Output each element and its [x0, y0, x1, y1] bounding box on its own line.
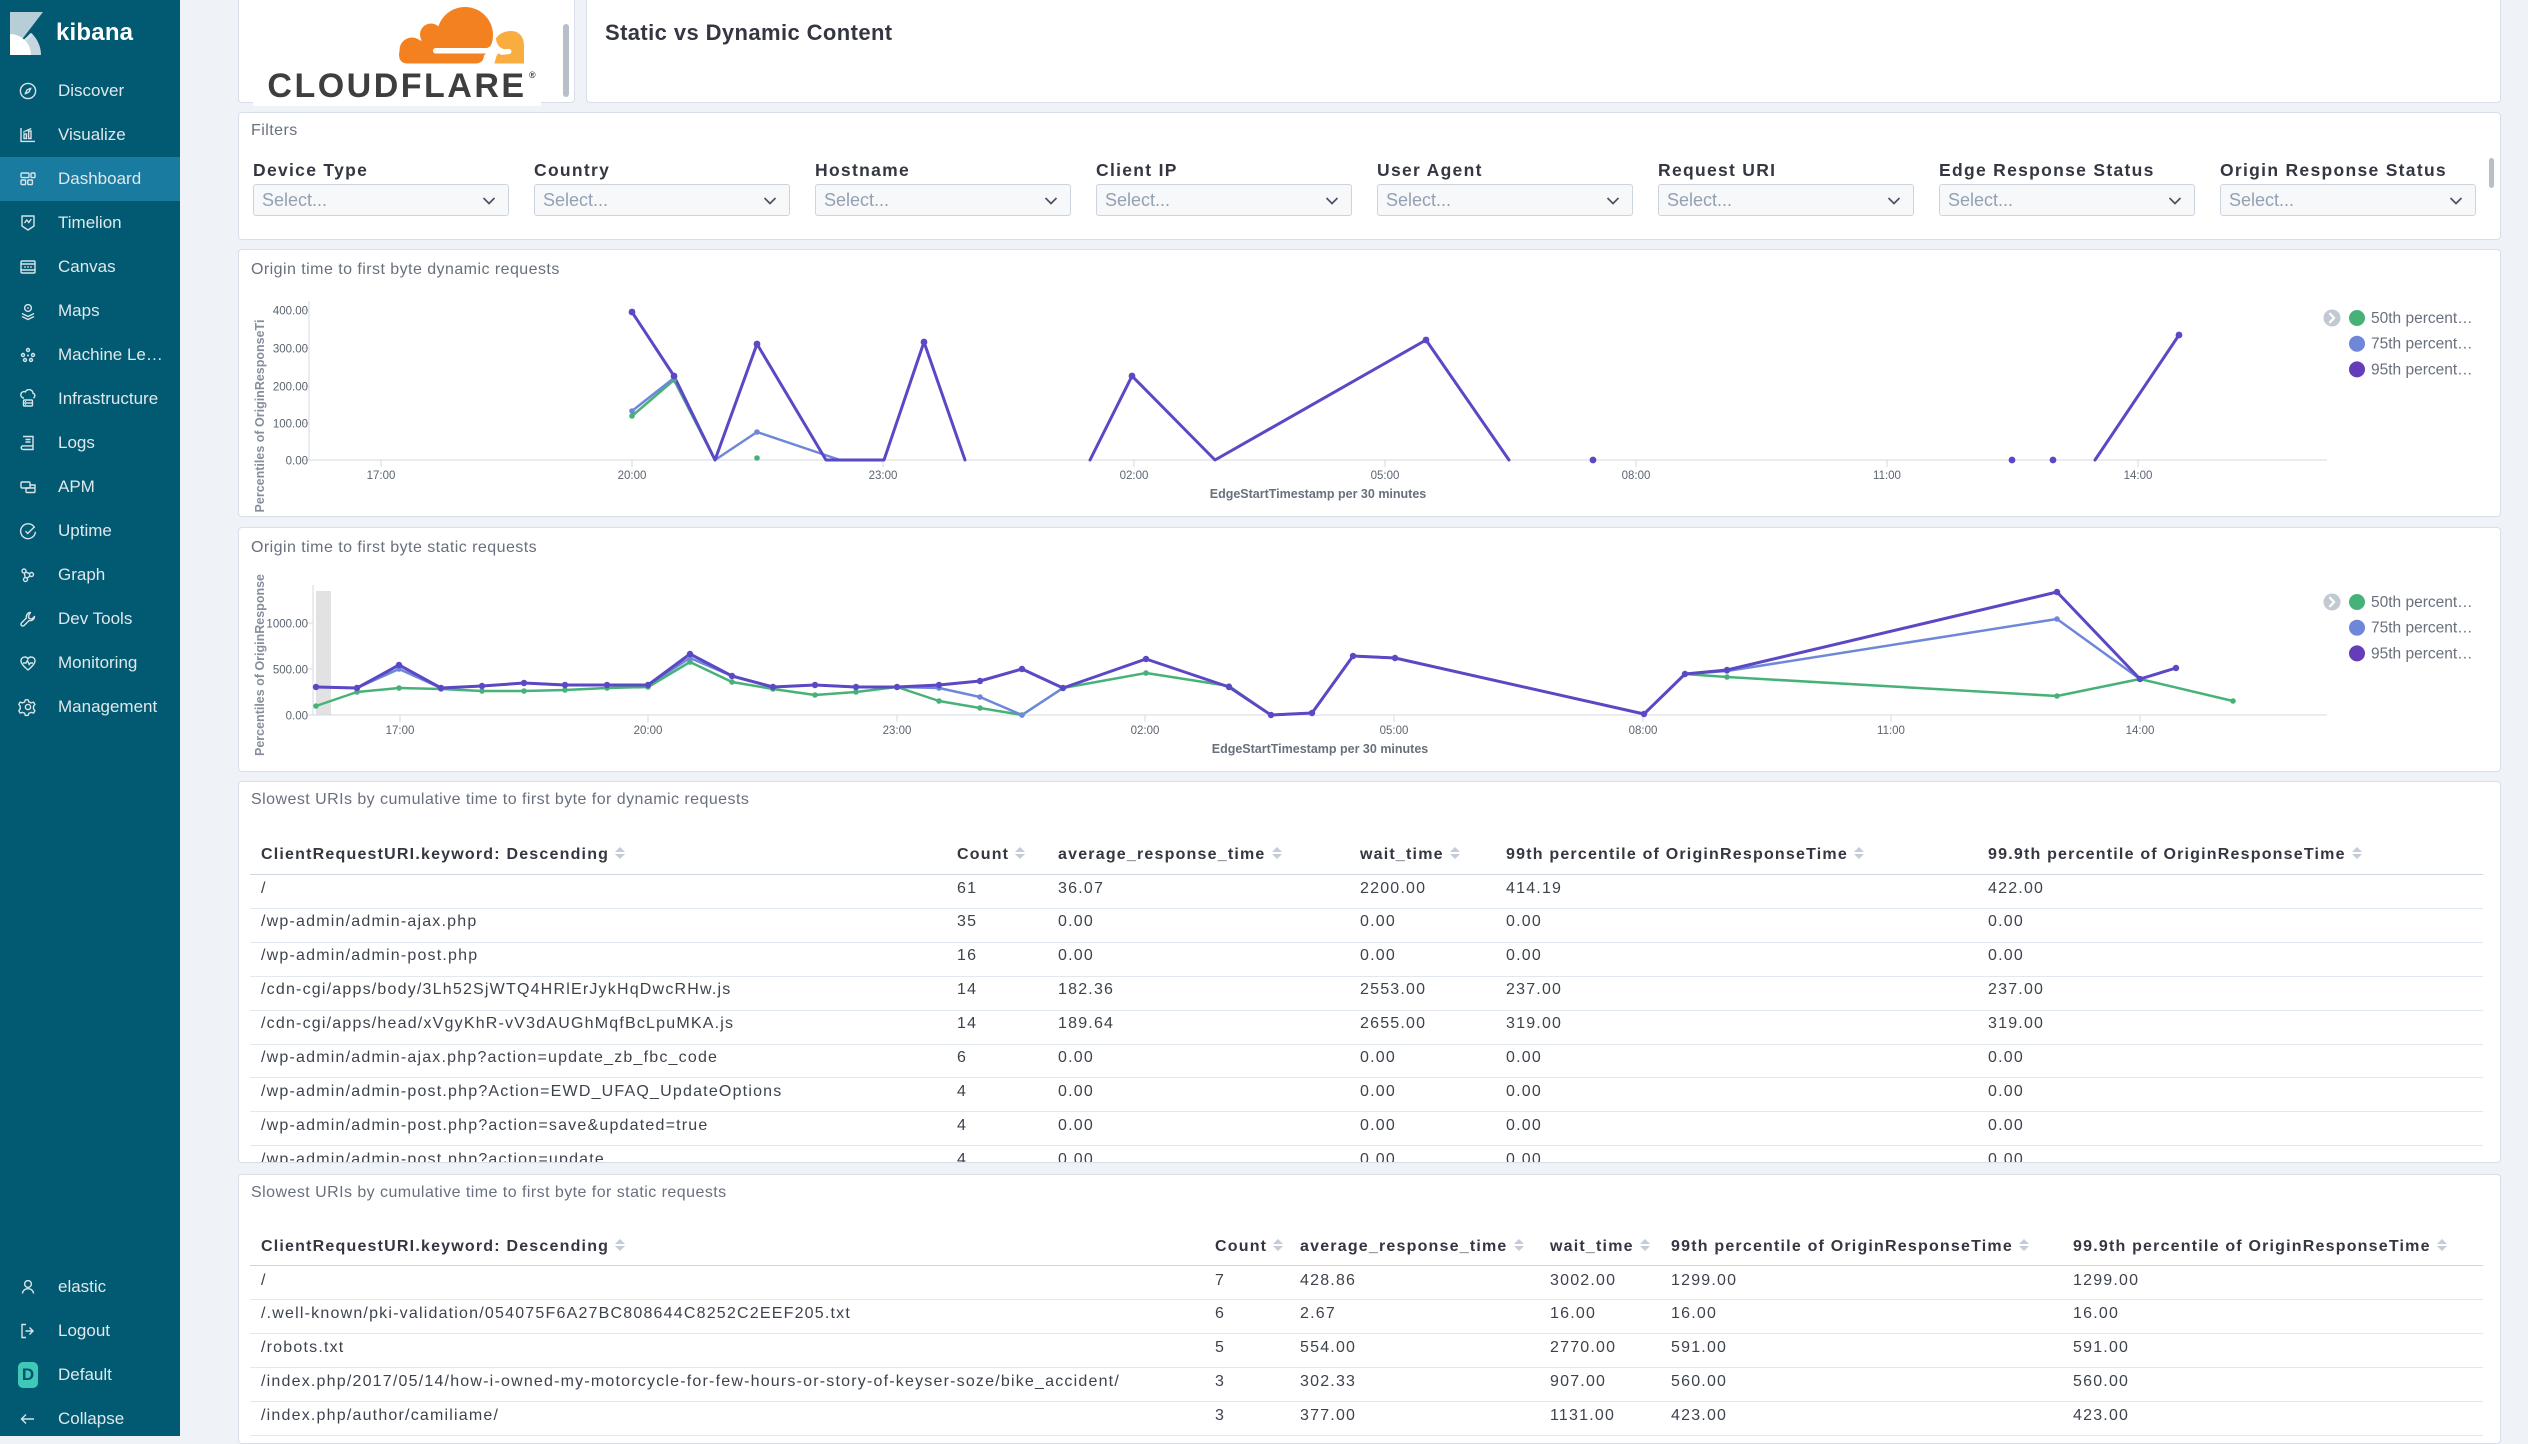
svg-text:95th percent…: 95th percent…	[2371, 645, 2473, 662]
svg-text:EdgeStartTimestamp per 30 minu: EdgeStartTimestamp per 30 minutes	[1212, 742, 1429, 756]
svg-text:20:00: 20:00	[634, 725, 663, 737]
svg-text:11:00: 11:00	[1873, 470, 1901, 482]
svg-text:200.00: 200.00	[273, 382, 308, 394]
svg-text:17:00: 17:00	[367, 470, 396, 482]
svg-text:02:00: 02:00	[1131, 725, 1160, 737]
svg-text:05:00: 05:00	[1371, 470, 1400, 482]
svg-text:100.00: 100.00	[273, 419, 308, 431]
svg-text:75th percent…: 75th percent…	[2371, 620, 2473, 637]
svg-text:11:00: 11:00	[1877, 725, 1905, 737]
svg-text:02:00: 02:00	[1120, 470, 1149, 482]
svg-text:500.00: 500.00	[273, 665, 308, 677]
svg-text:50th percent…: 50th percent…	[2371, 594, 2473, 611]
svg-text:1000.00: 1000.00	[266, 619, 308, 631]
svg-text:400.00: 400.00	[273, 306, 308, 318]
svg-text:17:00: 17:00	[386, 725, 415, 737]
svg-text:Percentiles of OriginResponse: Percentiles of OriginResponse	[253, 574, 267, 756]
svg-text:50th percent…: 50th percent…	[2371, 310, 2473, 327]
svg-text:EdgeStartTimestamp per 30 minu: EdgeStartTimestamp per 30 minutes	[1210, 487, 1427, 501]
svg-text:0.00: 0.00	[286, 456, 308, 468]
svg-text:20:00: 20:00	[618, 470, 647, 482]
svg-text:300.00: 300.00	[273, 344, 308, 356]
svg-text:05:00: 05:00	[1380, 725, 1409, 737]
svg-text:75th percent…: 75th percent…	[2371, 336, 2473, 353]
svg-text:95th percent…: 95th percent…	[2371, 361, 2473, 378]
svg-text:14:00: 14:00	[2124, 470, 2153, 482]
svg-text:23:00: 23:00	[869, 470, 898, 482]
svg-text:08:00: 08:00	[1622, 470, 1651, 482]
svg-text:08:00: 08:00	[1629, 725, 1658, 737]
svg-text:14:00: 14:00	[2126, 725, 2155, 737]
svg-text:0.00: 0.00	[286, 711, 308, 723]
svg-text:Percentiles of OriginResponseT: Percentiles of OriginResponseTi	[253, 320, 267, 513]
svg-text:23:00: 23:00	[883, 725, 912, 737]
